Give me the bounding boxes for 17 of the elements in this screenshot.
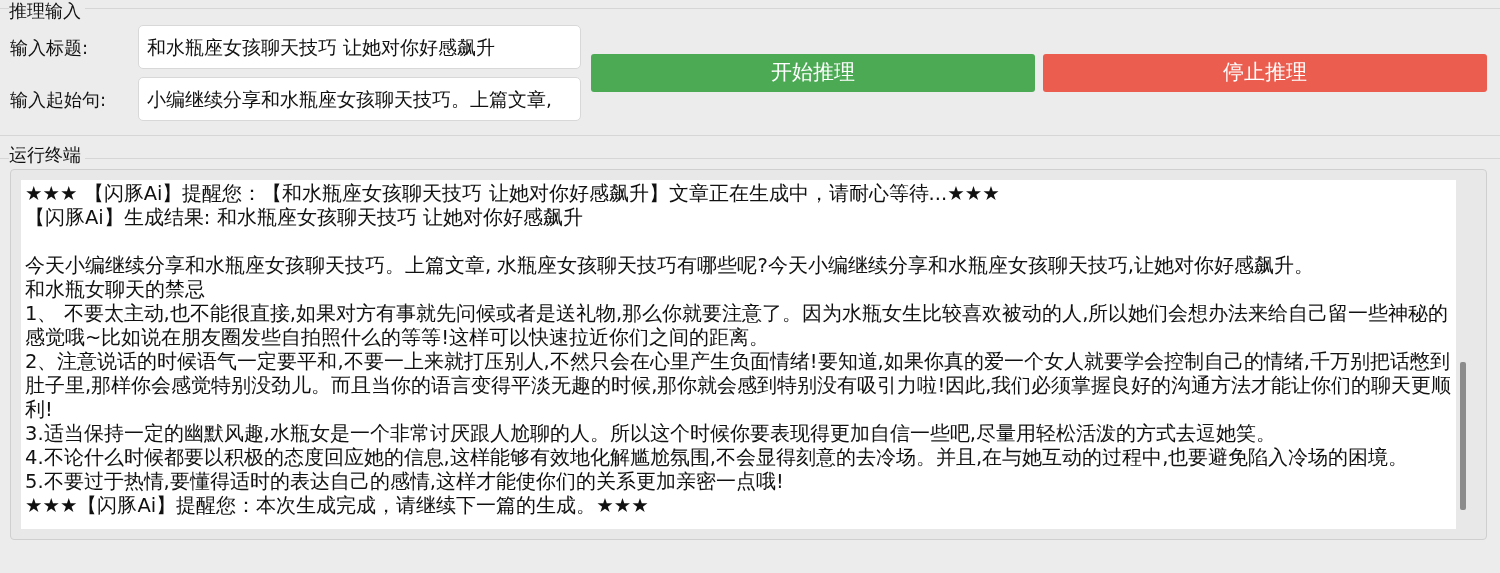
terminal-line: ★★★【闪豚Ai】提醒您：本次生成完成，请继续下一篇的生成。★★★ (25, 493, 650, 518)
input-field[interactable]: 小编继续分享和水瓶座女孩聊天技巧。上篇文章, (138, 77, 581, 121)
group-title: 推理输入 (9, 1, 85, 21)
field-label: 输入起始句: (10, 87, 108, 112)
terminal-line: 今天小编继续分享和水瓶座女孩聊天技巧。上篇文章, 水瓶座女孩聊天技巧有哪些呢?今天小编继续分享和水瓶座女孩聊天技巧,让她对你好感飙升。 (25, 253, 1315, 278)
input-field[interactable]: 和水瓶座女孩聊天技巧 让她对你好感飙升 (138, 25, 581, 69)
scrollbar-thumb[interactable] (1460, 362, 1466, 510)
terminal-line: 3.适当保持一定的幽默风趣,水瓶女是一个非常讨厌跟人尬聊的人。所以这个时候你要表现得更加自信一些吧,尽量用轻松活泼的方式去逗她笑。 (25, 421, 1277, 446)
terminal-line: 1、 不要太主动,也不能很直接,如果对方有事就先问候或者是送礼物,那么你就要注意了。因为水瓶女生比较喜欢被动的人,所以她们会想办法来给自己留一些神秘的感觉哦~比如说在朋友圈发些自拍照什么的等等!这样可以快速拉近你们之间的距离。 (25, 301, 1450, 350)
terminal-line: 和水瓶女聊天的禁忌 (25, 277, 206, 302)
terminal-line: ★★★ 【闪豚Ai】提醒您：【和水瓶座女孩聊天技巧 让她对你好感飙升】文章正在生成中，请耐心等待...★★★ (25, 182, 1001, 206)
terminal-line: 4.不论什么时候都要以积极的态度回应她的信息,这样能够有效地化解尴尬氛围,不会显得刻意的去冷场。并且,在与她互动的过程中,也要避免陷入冷场的困境。 (25, 445, 1410, 470)
terminal-line: 【闪豚Ai】生成结果: 和水瓶座女孩聊天技巧 让她对你好感飙升 (25, 206, 584, 230)
terminal-line: 5.不要过于热情,要懂得适时的表达自己的感情,这样才能使你们的关系更加亲密一点哦! (25, 469, 785, 494)
terminal-line: 2、注意说话的时候语气一定要平和,不要一上来就打压别人,不然只会在心里产生负面情绪!要知道,如果你真的爱一个女人就要学会控制自己的情绪,千万别把话憋到肚子里,那样你会感觉特别没劲儿。而且当你的语言变得平淡无趣的时候,那你就会感到特别没有吸引力啦!因此,我们必须掌握良好的沟通方法才能让你们的聊天更顺利! (25, 349, 1452, 422)
group-title: 运行终端 (9, 145, 85, 165)
field-label: 输入标题: (10, 35, 90, 60)
